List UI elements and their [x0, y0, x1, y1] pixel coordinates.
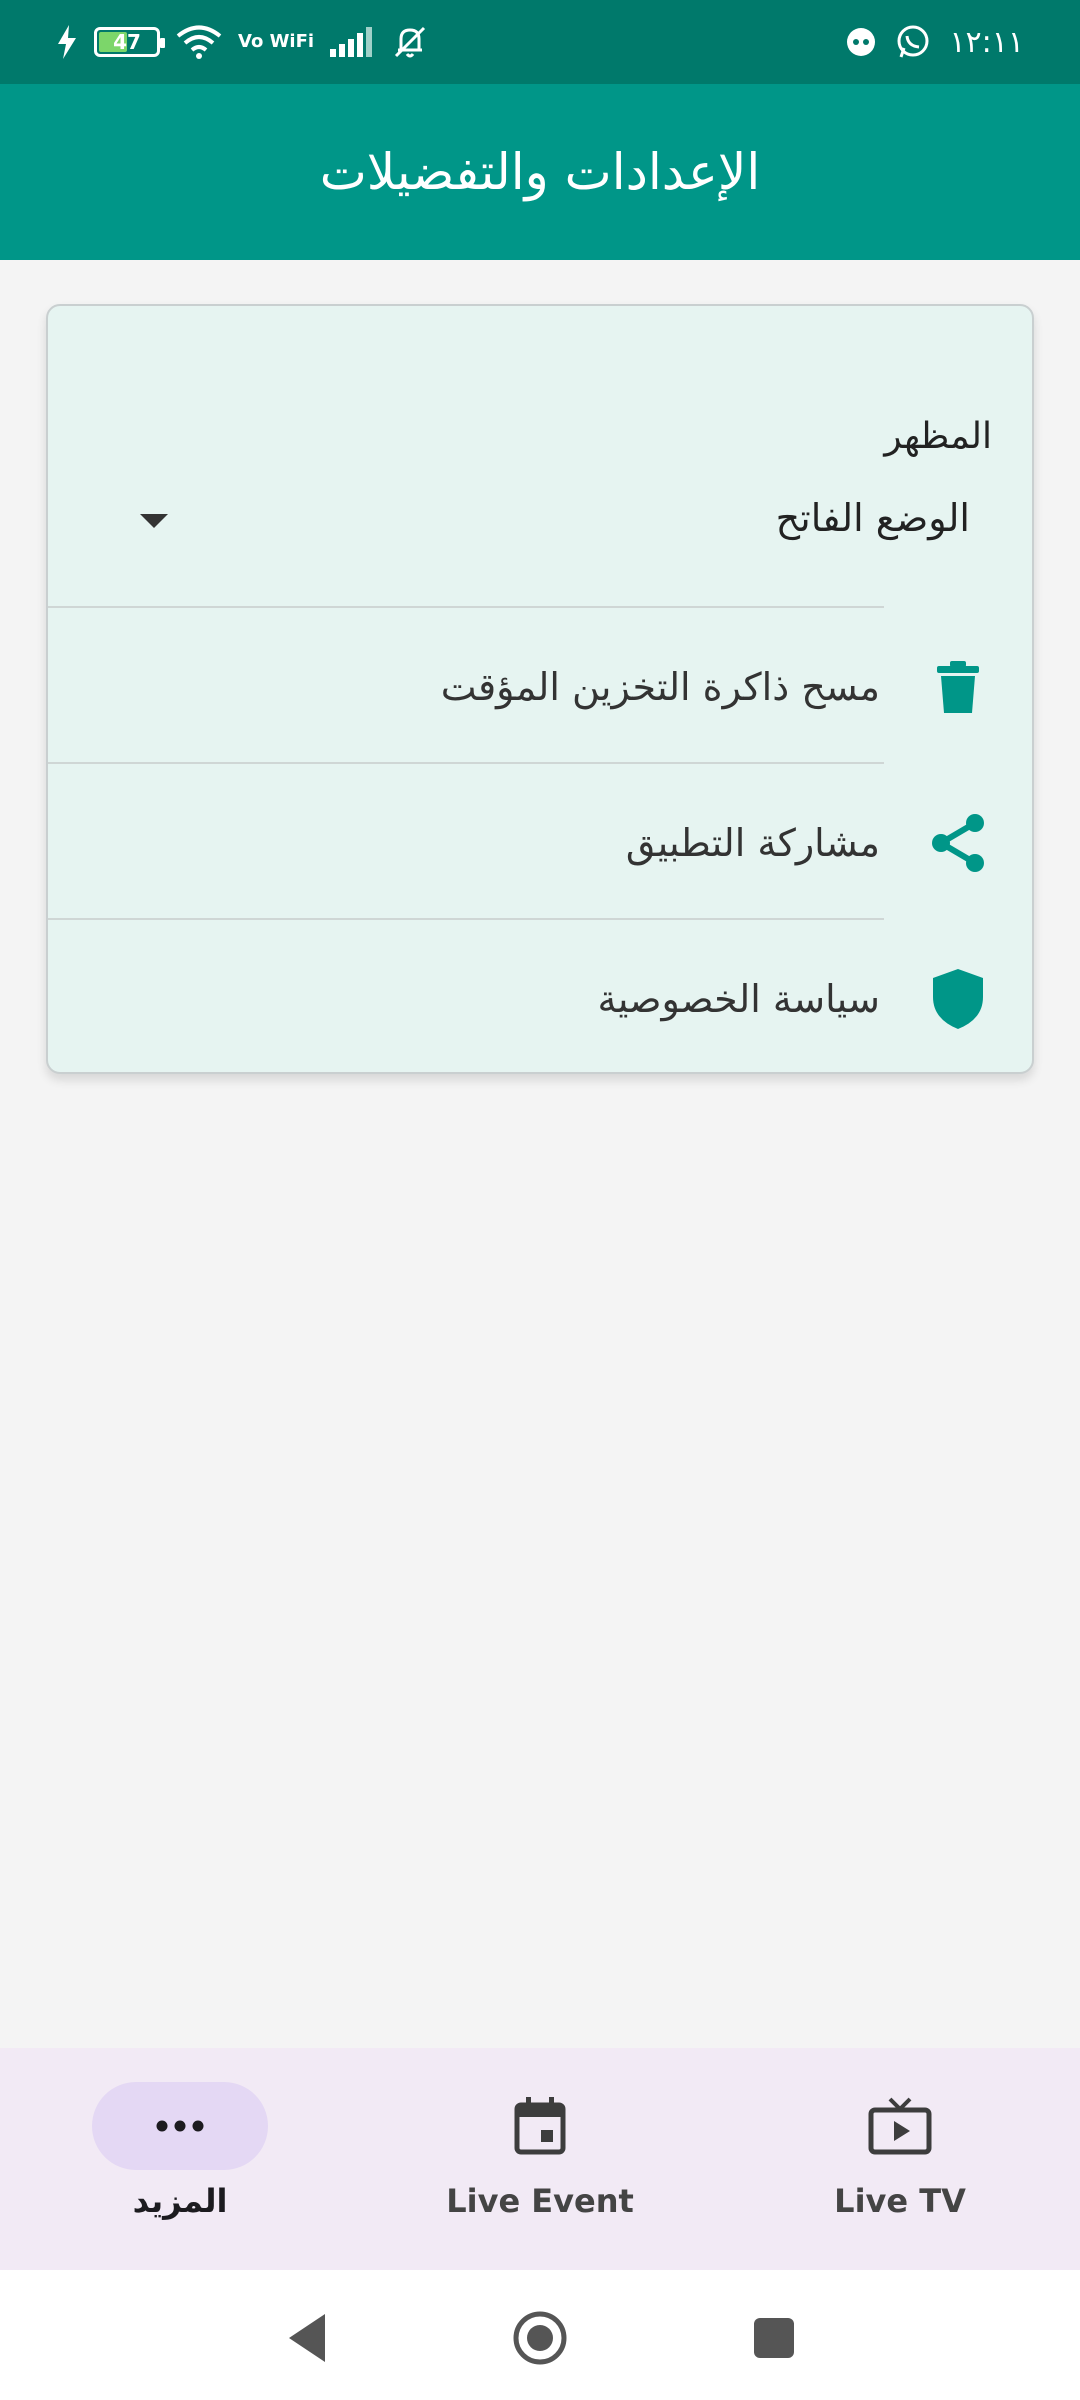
nav-label-more: المزيد [132, 2182, 228, 2220]
signal-icon [330, 27, 373, 57]
nav-item-more[interactable]: المزيد [40, 2048, 320, 2270]
tv-icon [868, 2097, 932, 2155]
share-icon [928, 813, 988, 873]
theme-dropdown[interactable]: الوضع الفاتح [48, 496, 1032, 596]
vowifi-label: Vo WiFi [238, 31, 315, 52]
recents-icon [754, 2318, 794, 2358]
nav-label-live-tv: Live TV [834, 2182, 966, 2220]
privacy-policy-item[interactable]: سياسة الخصوصية [48, 924, 1032, 1072]
bell-off-icon [395, 26, 426, 58]
divider [48, 918, 884, 920]
theme-dropdown-value: الوضع الفاتح [775, 496, 970, 540]
bottom-navigation: Live TV Live Event المزيد [0, 2048, 1080, 2270]
nav-icon-container [452, 2082, 628, 2170]
home-button[interactable] [512, 2310, 568, 2366]
battery-icon: 47 [94, 27, 165, 57]
nav-icon-container [812, 2082, 988, 2170]
app-bar: الإعدادات والتفضيلات [0, 84, 1080, 260]
nav-label-live-event: Live Event [446, 2182, 634, 2220]
whatsapp-icon [897, 25, 929, 58]
back-icon [289, 2314, 325, 2362]
status-right-icons: ١٢:١١ [845, 24, 1024, 60]
wifi-icon [176, 25, 222, 59]
charging-icon [58, 25, 76, 59]
app-notification-icon [847, 28, 876, 56]
status-left-icons: 47 Vo WiFi [56, 24, 428, 60]
appearance-label: المظهر [884, 416, 992, 457]
shield-icon [928, 969, 988, 1029]
back-button[interactable] [280, 2310, 336, 2366]
nav-item-live-tv[interactable]: Live TV [760, 2048, 1040, 2270]
dropdown-arrow-icon [140, 514, 168, 528]
clear-cache-label: مسح ذاكرة التخزين المؤقت [440, 665, 880, 709]
nav-active-pill [92, 2082, 268, 2170]
battery-level: 47 [113, 30, 141, 54]
share-app-label: مشاركة التطبيق [625, 821, 880, 865]
home-icon [513, 2311, 567, 2365]
share-app-item[interactable]: مشاركة التطبيق [48, 768, 1032, 918]
divider [48, 762, 884, 764]
recents-button[interactable] [746, 2310, 802, 2366]
divider [48, 606, 884, 608]
more-icon [156, 2120, 204, 2132]
privacy-policy-label: سياسة الخصوصية [597, 977, 880, 1021]
status-bar: 47 Vo WiFi ١٢:١١ [0, 0, 1080, 84]
page-title: الإعدادات والتفضيلات [319, 143, 761, 201]
clock: ١٢:١١ [949, 24, 1024, 60]
calendar-icon [514, 2097, 566, 2155]
nav-item-live-event[interactable]: Live Event [400, 2048, 680, 2270]
clear-cache-item[interactable]: مسح ذاكرة التخزين المؤقت [48, 612, 1032, 762]
settings-card: المظهر الوضع الفاتح مسح ذاكرة التخزين ال… [46, 304, 1034, 1074]
trash-icon [928, 657, 988, 717]
system-navigation-bar [0, 2270, 1080, 2400]
